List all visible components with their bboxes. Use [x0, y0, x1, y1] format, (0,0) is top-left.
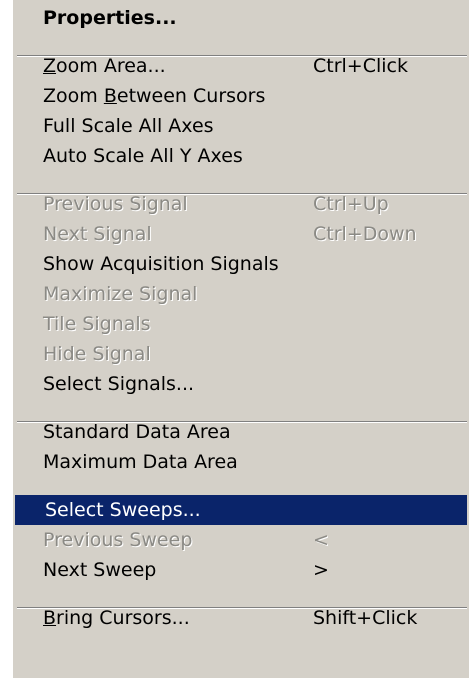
- menu-item-shortcut: Ctrl+Click: [313, 55, 408, 77]
- context-menu: Properties... Zoom Area... Ctrl+Click Zoom …: [11, 0, 469, 678]
- menu-item-label: Hide Signal: [43, 343, 151, 365]
- menu-item-hide-signal: Hide Signal: [13, 339, 469, 369]
- menu-item-select-sweeps[interactable]: Select Sweeps...: [15, 495, 467, 525]
- menu-item-label: Standard Data Area: [43, 421, 231, 443]
- menu-item-label: Zoom Between Cursors: [43, 85, 266, 107]
- menu-item-label: Show Acquisition Signals: [43, 253, 279, 275]
- menu-item-shortcut: Ctrl+Up: [313, 193, 389, 215]
- menu-item-label: Next Signal: [43, 223, 152, 245]
- menu-item-shortcut: Shift+Click: [313, 607, 418, 629]
- menu-item-shortcut: >: [313, 559, 329, 581]
- menu-item-next-signal: Next Signal Ctrl+Down: [13, 219, 469, 249]
- menu-item-tile-signals: Tile Signals: [13, 309, 469, 339]
- menu-item-label: Zoom Area...: [43, 55, 166, 77]
- menu-item-zoom-between-cursors[interactable]: Zoom Between Cursors: [13, 81, 469, 111]
- menu-item-auto-scale-all-y-axes[interactable]: Auto Scale All Y Axes: [13, 141, 469, 171]
- menu-item-zoom-area[interactable]: Zoom Area... Ctrl+Click: [13, 51, 469, 81]
- menu-item-next-sweep[interactable]: Next Sweep >: [13, 555, 469, 585]
- menu-item-label: Select Signals...: [43, 373, 195, 395]
- menu-item-bring-cursors[interactable]: Bring Cursors... Shift+Click: [13, 603, 469, 633]
- menu-item-maximum-data-area[interactable]: Maximum Data Area: [13, 447, 469, 477]
- menu-item-label: Properties...: [43, 7, 177, 29]
- menu-item-maximize-signal: Maximize Signal: [13, 279, 469, 309]
- menu-item-label: Previous Signal: [43, 193, 188, 215]
- menu-item-select-signals[interactable]: Select Signals...: [13, 369, 469, 399]
- menu-item-previous-sweep: Previous Sweep <: [13, 525, 469, 555]
- menu-item-label: Full Scale All Axes: [43, 115, 214, 137]
- menu-item-label: Bring Cursors...: [43, 607, 190, 629]
- menu-item-label: Next Sweep: [43, 559, 157, 581]
- menu-item-label: Maximize Signal: [43, 283, 198, 305]
- menu-item-full-scale-all-axes[interactable]: Full Scale All Axes: [13, 111, 469, 141]
- menu-item-show-acquisition-signals[interactable]: Show Acquisition Signals: [13, 249, 469, 279]
- menu-item-previous-signal: Previous Signal Ctrl+Up: [13, 189, 469, 219]
- menu-item-shortcut: Ctrl+Down: [313, 223, 417, 245]
- menu-item-label: Tile Signals: [43, 313, 151, 335]
- menu-item-label: Auto Scale All Y Axes: [43, 145, 243, 167]
- menu-item-properties[interactable]: Properties...: [13, 3, 469, 33]
- menu-item-label: Previous Sweep: [43, 529, 193, 551]
- menu-item-label: Select Sweeps...: [45, 499, 201, 521]
- menu-item-label: Maximum Data Area: [43, 451, 238, 473]
- menu-item-shortcut: <: [313, 529, 329, 551]
- menu-item-standard-data-area[interactable]: Standard Data Area: [13, 417, 469, 447]
